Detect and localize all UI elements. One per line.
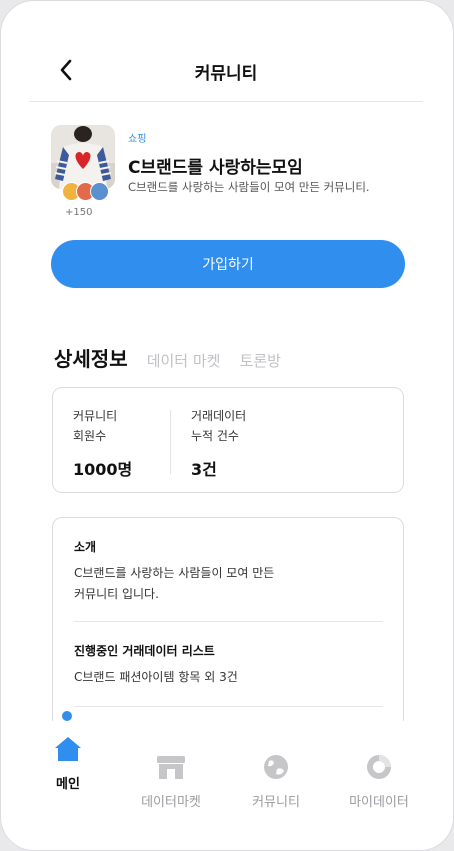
top-app-bar: 커뮤니티 (29, 49, 423, 102)
detail-tabs: 상세정보 데이터 마켓 토론방 (54, 343, 295, 373)
avatar (90, 182, 109, 201)
phone-screen: 커뮤니티 +150 쇼핑 C브랜드를 사랑하는모임 C브랜드를 사랑하는 사람들… (0, 0, 454, 851)
nav-data-market[interactable]: 데이터마켓 (133, 753, 209, 810)
store-icon (157, 756, 185, 779)
divider (170, 410, 171, 474)
community-summary: +150 쇼핑 C브랜드를 사랑하는모임 C브랜드를 사랑하는 사람들이 모여 … (51, 125, 411, 220)
nav-label: 마이데이터 (349, 795, 409, 810)
nav-my-data[interactable]: 마이데이터 (339, 753, 419, 810)
bottom-navigation: 메인 데이터마켓 커뮤니티 마이데이터 (1, 721, 453, 850)
nav-label: 커뮤니티 (252, 795, 300, 810)
divider (74, 706, 383, 707)
tab-discussion[interactable]: 토론방 (240, 350, 281, 371)
nav-community[interactable]: 커뮤니티 (243, 753, 309, 810)
community-description: C브랜드를 사랑하는 사람들이 모여 만든 커뮤니티. (128, 180, 370, 194)
community-thumbnail (51, 125, 115, 189)
stat-label: 커뮤니티 (73, 409, 118, 423)
page-title: 커뮤니티 (194, 64, 258, 84)
nav-main[interactable]: 메인 (46, 735, 90, 792)
stat-value: 1000명 (73, 460, 133, 479)
intro-line: C브랜드를 사랑하는 사람들이 모여 만든 (74, 566, 275, 580)
nav-label: 메인 (56, 777, 80, 792)
nav-label: 데이터마켓 (141, 795, 201, 810)
donut-chart-icon (367, 755, 391, 779)
trade-list-title: 진행중인 거래데이터 리스트 (74, 644, 215, 658)
member-extra-count: +150 (65, 207, 93, 218)
tab-details[interactable]: 상세정보 (54, 343, 128, 372)
stats-card: 커뮤니티 회원수 1000명 거래데이터 누적 건수 3건 (52, 387, 404, 493)
community-name: C브랜드를 사랑하는모임 (128, 158, 303, 178)
stat-value: 3건 (191, 460, 217, 479)
tab-data-market[interactable]: 데이터 마켓 (147, 350, 221, 371)
intro-body: C브랜드를 사랑하는 사람들이 모여 만든 커뮤니티 입니다. (74, 563, 364, 605)
join-button[interactable]: 가입하기 (51, 240, 405, 288)
stat-members: 커뮤니티 회원수 1000명 (73, 406, 132, 480)
details-card: 소개 C브랜드를 사랑하는 사람들이 모여 만든 커뮤니티 입니다. 진행중인 … (52, 517, 404, 747)
stat-label: 누적 건수 (191, 429, 239, 443)
scroll-indicator (62, 711, 72, 721)
community-category: 쇼핑 (128, 134, 147, 145)
intro-title: 소개 (74, 540, 97, 554)
home-icon (55, 737, 81, 761)
trade-list-body: C브랜드 패션아이템 항목 외 3건 (74, 670, 238, 684)
globe-icon (264, 755, 288, 779)
member-avatars (62, 182, 112, 202)
intro-line: 커뮤니티 입니다. (74, 587, 159, 601)
divider (74, 621, 383, 622)
stat-label: 거래데이터 (191, 409, 247, 423)
stat-label: 회원수 (73, 429, 107, 443)
stat-trades: 거래데이터 누적 건수 3건 (191, 406, 246, 480)
